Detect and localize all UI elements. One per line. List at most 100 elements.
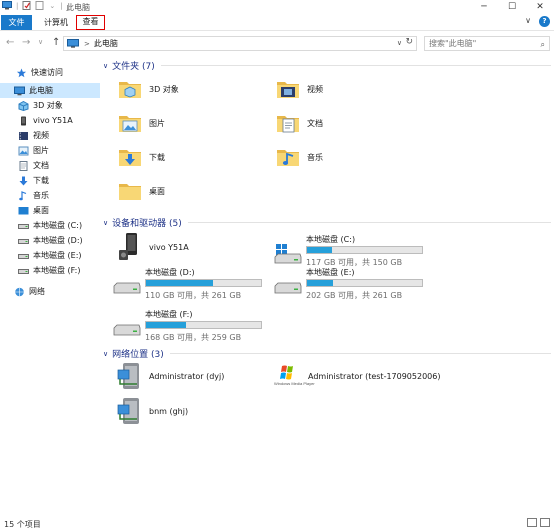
- address-dropdown-button[interactable]: ∨: [397, 39, 402, 47]
- group-title: 设备和驱动器 (5): [112, 219, 182, 229]
- navigation-pane: 快速访问 此电脑 3D 对象 vivo Y51A 视频 图片 文档 下载 音乐 …: [0, 56, 100, 511]
- desktop-folder-icon: [119, 184, 141, 200]
- sidebar-item-label: 本地磁盘 (E:): [33, 251, 82, 260]
- folder-downloads[interactable]: 下载: [117, 144, 165, 170]
- sidebar-item-vivo-y51a[interactable]: vivo Y51A: [0, 113, 100, 128]
- close-button[interactable]: ✕: [526, 0, 554, 14]
- ribbon-tabs: 文件 计算机 查看 ∨ ?: [0, 14, 554, 31]
- sidebar-item-network[interactable]: 网络: [0, 284, 100, 299]
- desktop-icon: [18, 206, 29, 214]
- sidebar-item-label: 快速访问: [31, 68, 63, 77]
- sidebar-item-downloads[interactable]: 下载: [0, 173, 100, 188]
- folder-desktop[interactable]: 桌面: [117, 178, 165, 204]
- chevron-down-icon[interactable]: ⌄: [49, 2, 55, 10]
- folder-name: 图片: [149, 118, 165, 128]
- folder-3d-objects[interactable]: 3D 对象: [117, 76, 179, 102]
- breadcrumb-separator[interactable]: >: [84, 40, 90, 48]
- recent-locations-button[interactable]: ∨: [38, 38, 43, 46]
- network-icon: [15, 287, 24, 296]
- drive-usage-fill: [307, 247, 333, 253]
- drive-c[interactable]: 本地磁盘 (C:) 117 GB 可用，共 150 GB: [274, 234, 429, 267]
- drive-d[interactable]: 本地磁盘 (D:) 110 GB 可用，共 261 GB: [113, 267, 268, 300]
- drive-e[interactable]: 本地磁盘 (E:) 202 GB 可用，共 261 GB: [274, 267, 429, 300]
- sidebar-item-label: 本地磁盘 (D:): [33, 236, 83, 245]
- search-icon: ⌕: [540, 40, 545, 49]
- sidebar-item-this-pc[interactable]: 此电脑: [0, 83, 100, 98]
- network-location-ghj[interactable]: bnm (ghj): [117, 396, 188, 426]
- computer-icon: [67, 39, 79, 48]
- drive-f[interactable]: 本地磁盘 (F:) 168 GB 可用，共 259 GB: [113, 309, 268, 342]
- expand-ribbon-button[interactable]: ∨: [525, 16, 531, 27]
- window-title: 此电脑: [66, 3, 90, 12]
- sidebar-item-drive-c[interactable]: 本地磁盘 (C:): [0, 218, 100, 233]
- star-icon: [16, 68, 27, 77]
- minimize-button[interactable]: ─: [470, 0, 498, 14]
- download-folder-icon: [119, 150, 141, 166]
- chevron-down-icon: ∨: [103, 349, 109, 358]
- network-location-name: Administrator (test-1709052006): [308, 371, 441, 381]
- drive-usage-fill: [307, 280, 334, 286]
- folder-name: 桌面: [149, 186, 165, 196]
- help-icon[interactable]: ?: [539, 16, 550, 27]
- drive-usage-bar: [145, 321, 262, 329]
- folder-music[interactable]: 音乐: [275, 144, 323, 170]
- chevron-down-icon: ∨: [103, 61, 109, 70]
- drive-usage-bar: [306, 246, 423, 254]
- large-icons-view-icon[interactable]: [540, 518, 550, 527]
- sidebar-item-desktop[interactable]: 桌面: [0, 203, 100, 218]
- sidebar-item-label: 视频: [33, 131, 49, 140]
- network-location-icon: [117, 363, 139, 389]
- properties-icon[interactable]: [22, 1, 32, 10]
- group-title: 文件夹 (7): [112, 62, 155, 72]
- sidebar-item-label: 图片: [33, 146, 49, 155]
- up-button[interactable]: ↑: [52, 37, 60, 48]
- device-vivo-y51a[interactable]: vivo Y51A: [117, 232, 189, 262]
- maximize-button[interactable]: ☐: [498, 0, 526, 14]
- drive-usage-fill: [146, 280, 213, 286]
- sidebar-item-documents[interactable]: 文档: [0, 158, 100, 173]
- sidebar-item-3d-objects[interactable]: 3D 对象: [0, 98, 100, 113]
- drive-icon: [18, 238, 29, 244]
- details-view-icon[interactable]: [527, 518, 537, 527]
- documents-icon: [19, 160, 28, 171]
- sidebar-item-music[interactable]: 音乐: [0, 188, 100, 203]
- sidebar-item-pictures[interactable]: 图片: [0, 143, 100, 158]
- device-name: vivo Y51A: [149, 242, 189, 252]
- address-bar[interactable]: > 此电脑 ∨ ↻: [63, 36, 417, 51]
- breadcrumb-this-pc[interactable]: 此电脑: [94, 38, 118, 49]
- sidebar-item-videos[interactable]: 视频: [0, 128, 100, 143]
- sidebar-item-label: 音乐: [33, 191, 49, 200]
- refresh-button[interactable]: ↻: [405, 37, 413, 47]
- network-location-name: Administrator (dyj): [149, 371, 225, 381]
- sidebar-item-label: vivo Y51A: [33, 116, 73, 125]
- group-header-folders[interactable]: ∨ 文件夹 (7): [103, 59, 551, 72]
- group-header-network[interactable]: ∨ 网络位置 (3): [103, 347, 551, 360]
- group-header-devices[interactable]: ∨ 设备和驱动器 (5): [103, 216, 551, 229]
- tab-file[interactable]: 文件: [1, 15, 32, 30]
- sidebar-item-label: 文档: [33, 161, 49, 170]
- windows-media-player-logo-text: Windows Media Player: [274, 381, 315, 386]
- sidebar-item-label: 3D 对象: [33, 101, 63, 110]
- network-location-name: bnm (ghj): [149, 406, 189, 416]
- search-input[interactable]: 搜索"此电脑" ⌕: [424, 36, 550, 51]
- quick-access-toolbar: | ⌄ |: [2, 1, 64, 10]
- sidebar-item-drive-e[interactable]: 本地磁盘 (E:): [0, 248, 100, 263]
- sidebar-item-drive-f[interactable]: 本地磁盘 (F:): [0, 263, 100, 278]
- sidebar-item-label: 桌面: [33, 206, 49, 215]
- sidebar-item-drive-d[interactable]: 本地磁盘 (D:): [0, 233, 100, 248]
- network-location-dyj[interactable]: Administrator (dyj): [117, 361, 224, 391]
- folder-videos[interactable]: 视频: [275, 76, 323, 102]
- new-folder-icon[interactable]: [35, 1, 45, 10]
- folder-documents[interactable]: 文档: [275, 110, 323, 136]
- drive-icon: [274, 282, 302, 294]
- folder-pictures[interactable]: 图片: [117, 110, 165, 136]
- drive-space-info: 110 GB 可用，共 261 GB: [145, 291, 242, 300]
- item-count: 15 个项目: [4, 520, 41, 529]
- sidebar-item-quick-access[interactable]: 快速访问: [0, 65, 100, 80]
- chevron-down-icon: ∨: [103, 218, 109, 227]
- tab-computer[interactable]: 计算机: [39, 15, 73, 30]
- back-button[interactable]: ←: [6, 37, 14, 48]
- forward-button[interactable]: →: [22, 37, 30, 48]
- drive-usage-bar: [306, 279, 423, 287]
- tab-view[interactable]: 查看: [76, 15, 105, 30]
